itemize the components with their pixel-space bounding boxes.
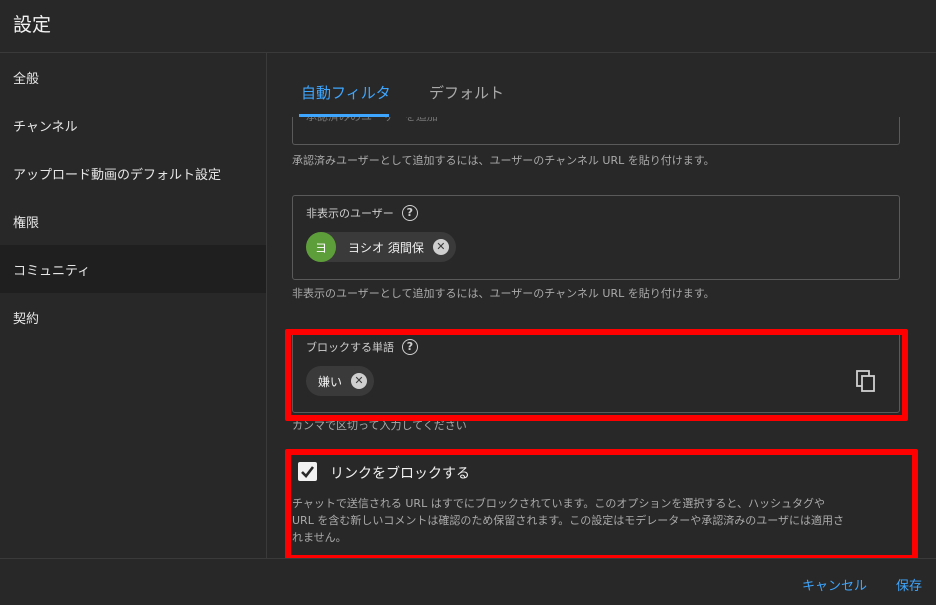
sidebar-item-channel[interactable]: チャンネル (0, 101, 266, 149)
help-icon[interactable]: ? (401, 205, 418, 221)
highlight-box-block-links (285, 449, 918, 558)
dialog-title: 設定 (13, 14, 52, 36)
cancel-button[interactable]: キャンセル (802, 575, 867, 594)
hidden-user-name: ヨシオ 須間保 (348, 240, 424, 255)
sidebar-item-agreements[interactable]: 契約 (0, 293, 266, 341)
tab-auto-filter[interactable]: 自動フィルタ (301, 82, 391, 103)
settings-sidebar: 全般 チャンネル アップロード動画のデフォルト設定 権限 コミュニティ 契約 (0, 53, 267, 558)
sidebar-item-general[interactable]: 全般 (0, 53, 266, 101)
tab-defaults[interactable]: デフォルト (429, 82, 504, 103)
settings-content: 自動フィルタ デフォルト 承認済みのユーザーを追加 承認済みユーザーとして追加す… (268, 53, 936, 558)
hidden-users-help: 非表示のユーザーとして追加するには、ユーザーのチャンネル URL を貼り付けます… (292, 287, 715, 300)
sidebar-item-permissions[interactable]: 権限 (0, 197, 266, 245)
sidebar-item-community[interactable]: コミュニティ (0, 245, 266, 293)
sidebar-item-upload-defaults[interactable]: アップロード動画のデフォルト設定 (0, 149, 266, 197)
hidden-users-label: 非表示のユーザー (306, 207, 394, 220)
tab-bar: 自動フィルタ デフォルト (268, 53, 936, 117)
close-icon[interactable]: ✕ (432, 239, 449, 255)
dialog-footer: キャンセル 保存 (0, 558, 936, 605)
hidden-users-field[interactable]: 非表示のユーザー ? ヨ ヨシオ 須間保 ✕ (292, 195, 900, 280)
dialog-header: 設定 (0, 0, 936, 53)
highlight-box-blocked-words (285, 329, 908, 421)
hidden-user-chip: ヨ ヨシオ 須間保 ✕ (306, 232, 456, 262)
save-button[interactable]: 保存 (896, 575, 922, 594)
active-tab-indicator (299, 114, 389, 117)
approved-users-help: 承認済みユーザーとして追加するには、ユーザーのチャンネル URL を貼り付けます… (292, 154, 715, 167)
avatar: ヨ (306, 232, 336, 262)
